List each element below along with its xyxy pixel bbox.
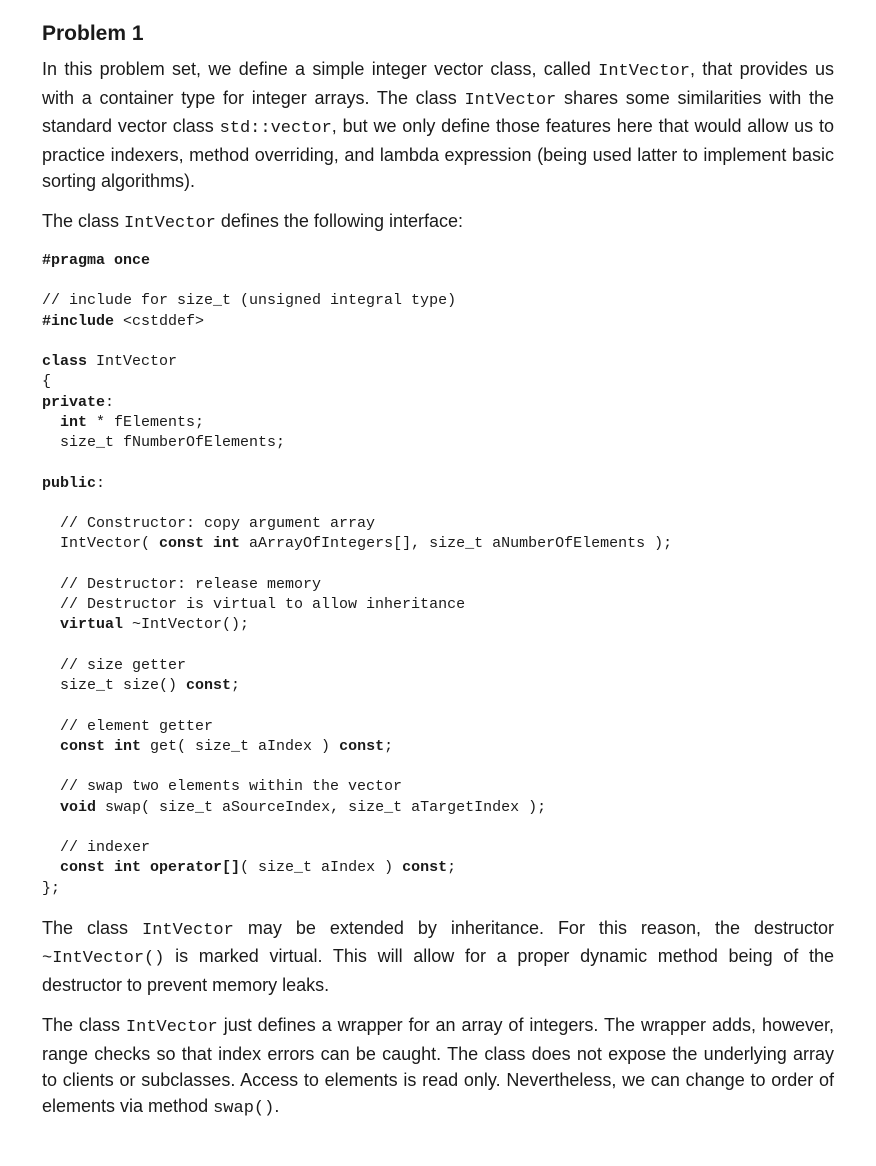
code-line: swap( size_t aSourceIndex, size_t aTarge…	[96, 799, 546, 816]
text-fragment: In this problem set, we define a simple …	[42, 59, 598, 79]
code-inline-intvector: IntVector	[142, 921, 234, 940]
code-line: ;	[447, 859, 456, 876]
code-line: // element getter	[42, 718, 213, 735]
code-line: get( size_t aIndex )	[141, 738, 339, 755]
code-line: // indexer	[42, 839, 150, 856]
code-line: // size getter	[42, 657, 186, 674]
code-line: size_t size()	[42, 677, 186, 694]
code-line: const	[402, 859, 447, 876]
code-line: :	[96, 475, 105, 492]
code-line: };	[42, 880, 60, 897]
code-line: size_t fNumberOfElements;	[42, 434, 285, 451]
code-line	[42, 738, 60, 755]
code-line: // swap two elements within the vector	[42, 778, 402, 795]
code-line: // Destructor is virtual to allow inheri…	[42, 596, 465, 613]
code-inline-swap: swap()	[213, 1099, 274, 1118]
code-inline-intvector: IntVector	[126, 1018, 218, 1037]
code-line: :	[105, 394, 114, 411]
text-fragment: may be extended by inheritance. For this…	[234, 918, 834, 938]
code-line: public	[42, 475, 96, 492]
code-line: aArrayOfIntegers[], size_t aNumberOfElem…	[240, 535, 672, 552]
code-line: const int	[159, 535, 240, 552]
code-line: private	[42, 394, 105, 411]
code-line: IntVector	[96, 353, 177, 370]
code-line: const int	[60, 738, 141, 755]
code-line: {	[42, 373, 51, 390]
text-fragment: .	[274, 1096, 279, 1116]
code-line: IntVector(	[42, 535, 159, 552]
code-line	[42, 414, 60, 431]
code-inline-intvector: IntVector	[464, 91, 556, 110]
code-line: const	[339, 738, 384, 755]
code-line: virtual	[60, 616, 123, 633]
code-line: ~IntVector();	[123, 616, 249, 633]
code-line: #include	[42, 313, 123, 330]
text-fragment: defines the following interface:	[216, 211, 463, 231]
explain-paragraph-1: The class IntVector may be extended by i…	[42, 915, 834, 998]
text-fragment: The class	[42, 918, 142, 938]
code-line: ;	[231, 677, 240, 694]
code-line	[42, 859, 60, 876]
code-inline-intvector: IntVector	[598, 62, 690, 81]
code-line: ( size_t aIndex )	[240, 859, 402, 876]
text-fragment: The class	[42, 1015, 126, 1035]
code-line	[42, 799, 60, 816]
intro-paragraph-1: In this problem set, we define a simple …	[42, 56, 834, 194]
code-line: void	[60, 799, 96, 816]
text-fragment: The class	[42, 211, 124, 231]
code-inline-intvector: IntVector	[124, 214, 216, 233]
explain-paragraph-2: The class IntVector just defines a wrapp…	[42, 1012, 834, 1121]
code-line: // Destructor: release memory	[42, 576, 321, 593]
code-line: class	[42, 353, 96, 370]
code-line: // Constructor: copy argument array	[42, 515, 375, 532]
problem-heading: Problem 1	[42, 22, 834, 46]
code-line: ;	[384, 738, 393, 755]
code-line: // include for size_t (unsigned integral…	[42, 292, 456, 309]
code-line: const int operator[]	[60, 859, 240, 876]
code-inline-stdvector: std::vector	[220, 119, 332, 138]
code-line: #pragma once	[42, 252, 150, 269]
code-line: const	[186, 677, 231, 694]
code-block-intvector-interface: #pragma once // include for size_t (unsi…	[42, 251, 834, 899]
code-line	[42, 616, 60, 633]
code-inline-destructor: ~IntVector()	[42, 949, 164, 968]
code-line: * fElements;	[87, 414, 204, 431]
code-line: int	[60, 414, 87, 431]
code-line: <cstddef>	[123, 313, 204, 330]
intro-paragraph-2: The class IntVector defines the followin…	[42, 208, 834, 237]
